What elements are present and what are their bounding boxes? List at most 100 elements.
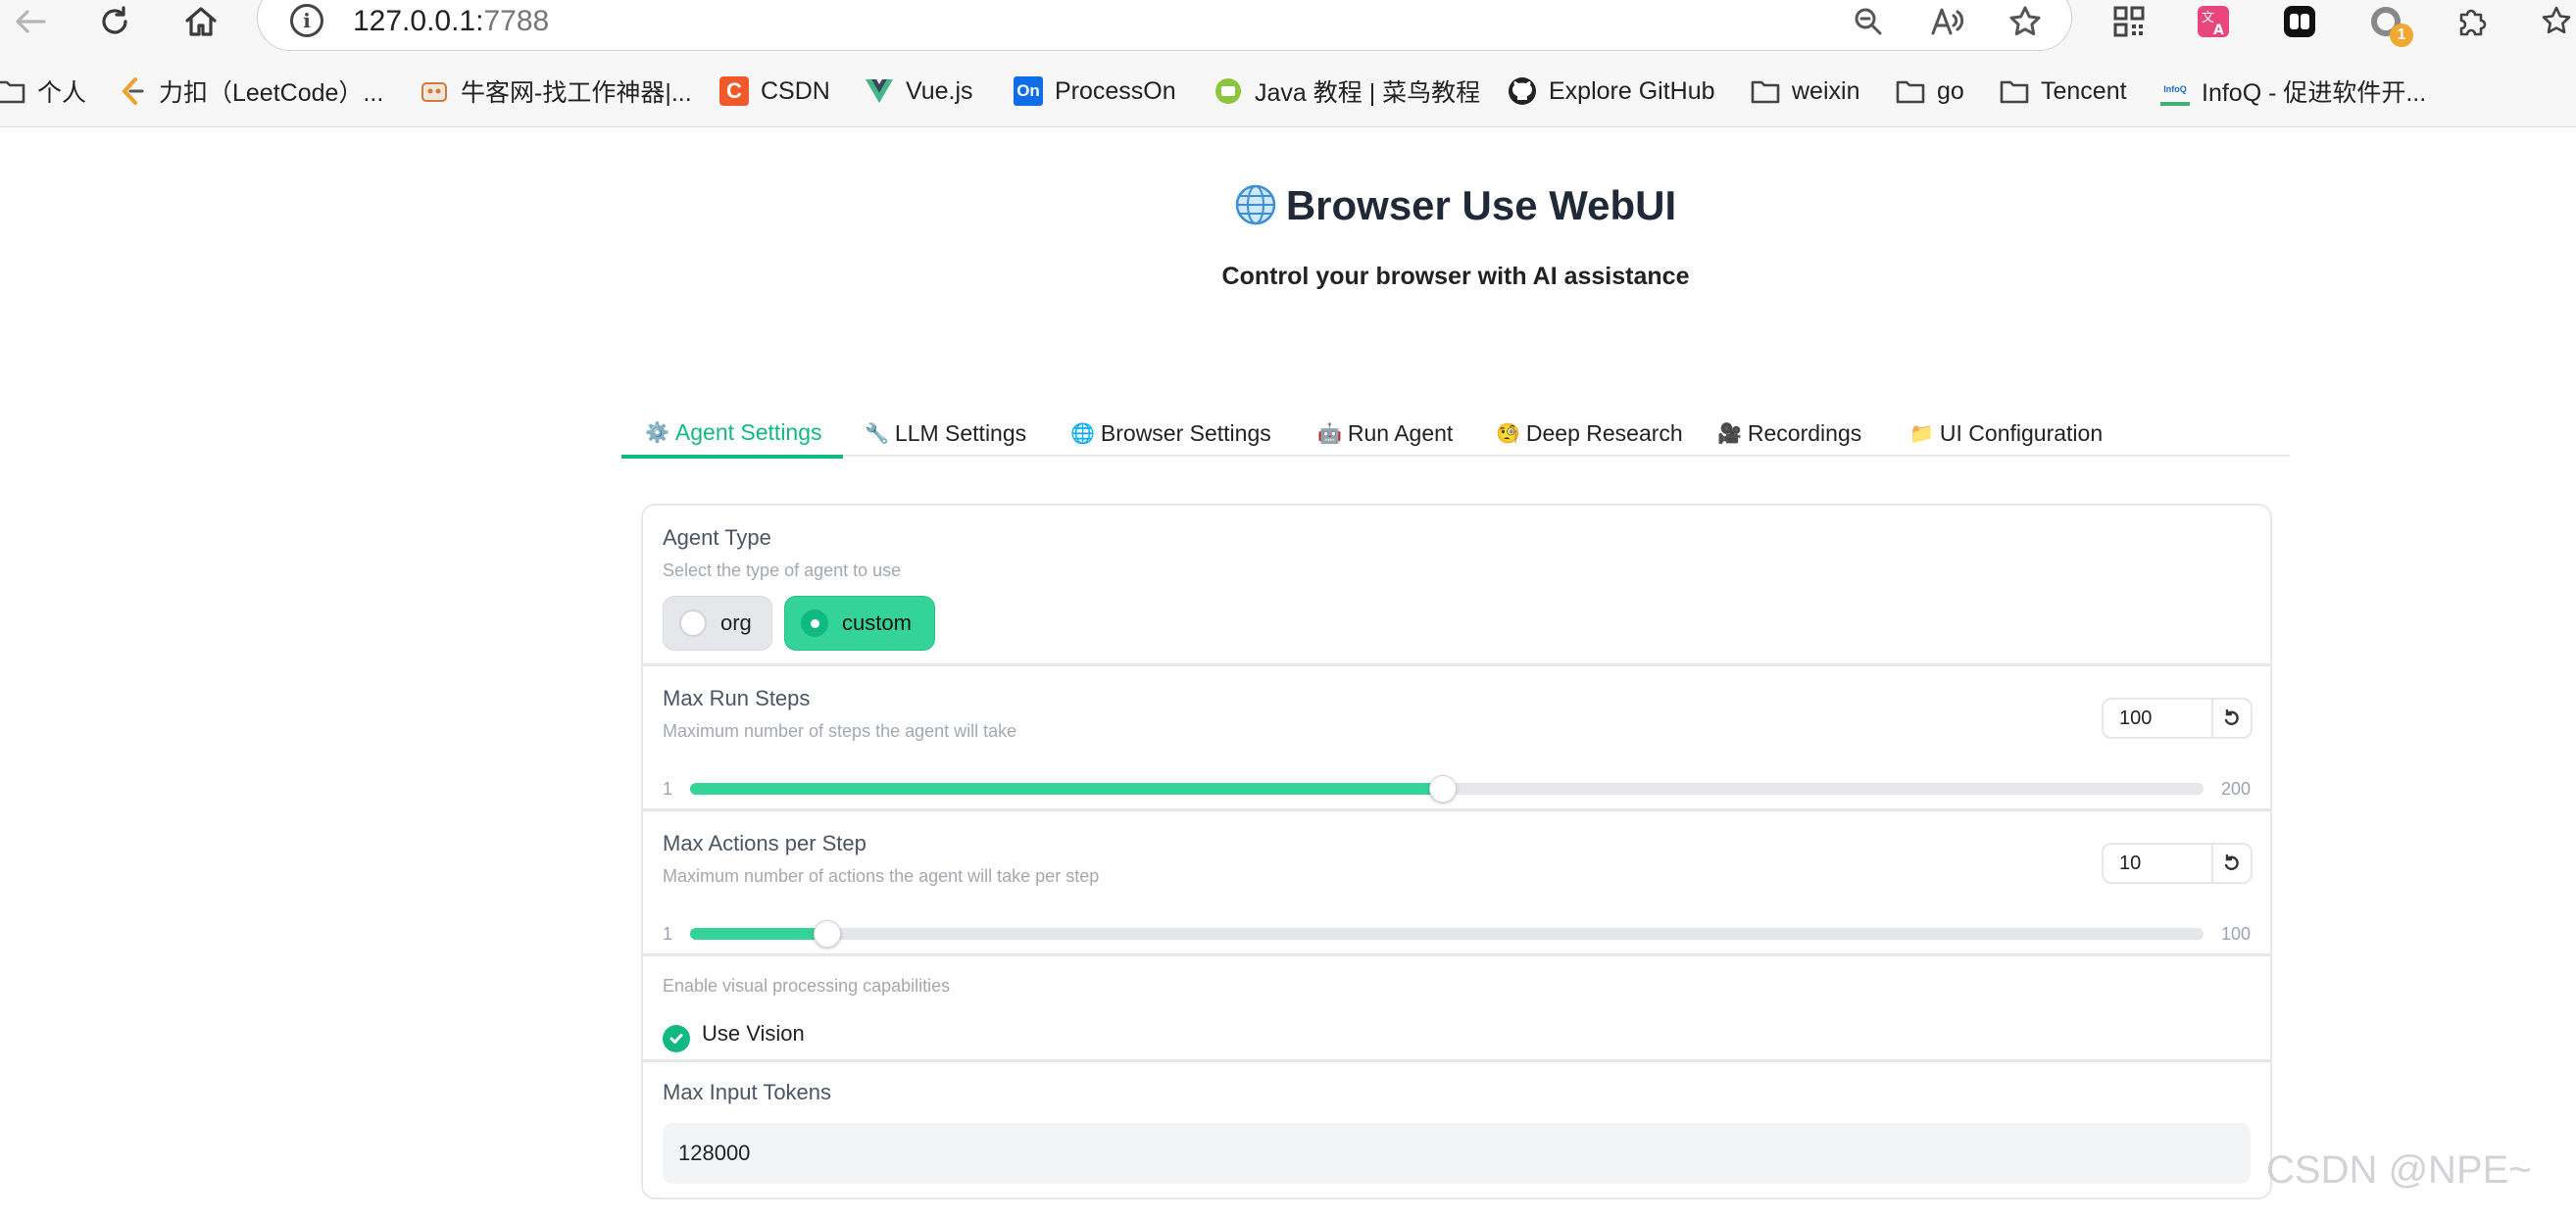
tab-agent-settings[interactable]: ⚙️ Agent Settings [621, 410, 843, 459]
reload-button[interactable] [90, 0, 139, 43]
url-port: 7788 [483, 5, 550, 37]
reset-button[interactable] [2211, 845, 2251, 882]
translate-extension-button[interactable]: 文A [2194, 2, 2233, 41]
max-input-tokens-input[interactable]: 128000 [663, 1123, 2251, 1184]
home-button[interactable] [176, 0, 225, 43]
max-run-steps-value[interactable]: 100 [2104, 700, 2211, 737]
media-extension-button[interactable] [2280, 2, 2319, 41]
range-max: 200 [2220, 779, 2251, 799]
radio-circle-icon [679, 610, 707, 637]
bookmark-leetcode[interactable]: 力扣（LeetCode）... [118, 69, 383, 114]
globe-icon [1235, 184, 1276, 235]
page-title-text: Browser Use WebUI [1285, 182, 1677, 228]
read-aloud-button[interactable] [1927, 2, 1966, 41]
wrench-icon: 🔧 [865, 422, 889, 445]
bookmark-processon[interactable]: On ProcessOn [1014, 69, 1176, 114]
back-button[interactable] [6, 0, 55, 43]
tab-label: Recordings [1747, 419, 1862, 446]
tab-deep-research[interactable]: 🧐 Deep Research [1488, 410, 1691, 457]
zoom-out-button[interactable] [1849, 2, 1888, 41]
max-input-tokens-label: Max Input Tokens [663, 1080, 832, 1104]
max-run-steps-range: 1 200 [643, 774, 2270, 804]
puzzle-icon [2459, 9, 2487, 36]
video-camera-icon: 🎥 [1717, 422, 1742, 445]
tab-label: Deep Research [1525, 419, 1683, 446]
use-vision-info: Enable visual processing capabilities [663, 976, 951, 996]
radio-custom[interactable]: custom [784, 596, 935, 651]
slider-track[interactable] [690, 920, 2204, 948]
tab-label: Run Agent [1347, 419, 1454, 446]
tab-llm-settings[interactable]: 🔧 LLM Settings [857, 410, 1034, 457]
page-subtitle: Control your browser with AI assistance [1221, 263, 1690, 290]
radio-label: custom [842, 610, 912, 635]
max-run-steps-block: Max Run Steps Maximum number of steps th… [643, 666, 2270, 811]
tab-label: Agent Settings [674, 418, 822, 445]
processon-icon: On [1014, 76, 1043, 106]
slider-thumb[interactable] [1429, 775, 1458, 803]
folder-icon [1751, 76, 1780, 106]
bookmark-github[interactable]: Explore GitHub [1508, 69, 1715, 114]
favorites-bar-button[interactable] [2539, 2, 2576, 41]
vue-icon [865, 76, 894, 106]
folder-icon [0, 76, 25, 106]
folder-icon [2000, 76, 2029, 106]
max-run-steps-number[interactable]: 100 [2102, 698, 2253, 739]
tab-browser-settings[interactable]: 🌐 Browser Settings [1063, 410, 1279, 457]
translate-icon: 文A [2198, 6, 2229, 38]
url-text[interactable]: 127.0.0.1:7788 [353, 4, 549, 39]
bookmark-label: 牛客网-找工作神器|... [461, 79, 692, 107]
agent-type-label: Agent Type [663, 525, 771, 550]
radio-label: org [720, 610, 752, 635]
bookmark-csdn[interactable]: C CSDN [719, 69, 830, 114]
bookmark-infoq[interactable]: InfoQ InfoQ - 促进软件开... [2160, 69, 2426, 114]
max-actions-value[interactable]: 10 [2104, 845, 2211, 882]
qr-extension-button[interactable] [2109, 2, 2149, 41]
bookmark-runoob[interactable]: Java 教程 | 菜鸟教程 [1214, 69, 1480, 114]
tab-ui-configuration[interactable]: 📁 UI Configuration [1902, 410, 2110, 457]
slider-track[interactable] [690, 775, 2204, 803]
arrow-left-icon [16, 10, 46, 33]
radio-org[interactable]: org [663, 596, 772, 651]
bookmark-label: 力扣（LeetCode）... [159, 79, 384, 107]
star-icon [2009, 6, 2041, 35]
browser-chrome: i 127.0.0.1:7788 文A 1 个人 力扣（LeetCode）... [0, 0, 2576, 127]
range-min: 1 [663, 779, 673, 799]
agent-type-block: Agent Type Select the type of agent to u… [643, 506, 2270, 666]
folder-icon [1896, 76, 1925, 106]
use-vision-checkbox[interactable] [663, 1025, 690, 1052]
bookmark-nowcoder[interactable]: 牛客网-找工作神器|... [420, 69, 692, 114]
range-max: 100 [2220, 924, 2251, 944]
bookmark-go[interactable]: go [1896, 69, 1964, 114]
leetcode-icon [118, 76, 147, 106]
globe-icon: 🌐 [1070, 422, 1095, 445]
bookmark-vue[interactable]: Vue.js [865, 69, 973, 114]
max-actions-number[interactable]: 10 [2102, 843, 2253, 884]
max-actions-range: 1 100 [643, 919, 2270, 949]
use-vision-label[interactable]: Use Vision [702, 1021, 805, 1047]
bookmark-weixin[interactable]: weixin [1751, 69, 1859, 114]
watermark-text: CSDN @NPE~ [2266, 1148, 2532, 1192]
zoom-out-icon [1855, 8, 1882, 35]
bookmark-tencent[interactable]: Tencent [2000, 69, 2127, 114]
site-info-icon[interactable]: i [290, 4, 323, 37]
star-list-icon [2542, 6, 2571, 34]
favorite-button[interactable] [2006, 2, 2045, 41]
bookmark-label: Tencent [2041, 76, 2127, 105]
extensions-button[interactable] [2452, 2, 2492, 41]
bookmark-label: Explore GitHub [1549, 76, 1715, 105]
agent-type-info: Select the type of agent to use [663, 561, 902, 580]
bookmark-label: 个人 [37, 79, 87, 107]
tab-run-agent[interactable]: 🤖 Run Agent [1310, 410, 1461, 457]
csdn-icon: C [719, 76, 749, 106]
slider-thumb[interactable] [814, 920, 842, 948]
reset-icon [2224, 854, 2239, 871]
max-run-steps-info: Maximum number of steps the agent will t… [663, 721, 1017, 741]
bookmark-label: weixin [1792, 76, 1860, 105]
tab-label: UI Configuration [1939, 419, 2104, 446]
bookmark-label: InfoQ - 促进软件开... [2202, 79, 2427, 107]
check-icon [669, 1034, 683, 1044]
tab-recordings[interactable]: 🎥 Recordings [1709, 410, 1869, 457]
bookmark-personal[interactable]: 个人 [0, 69, 86, 114]
radio-selected-icon [801, 610, 828, 637]
reset-button[interactable] [2211, 700, 2251, 737]
